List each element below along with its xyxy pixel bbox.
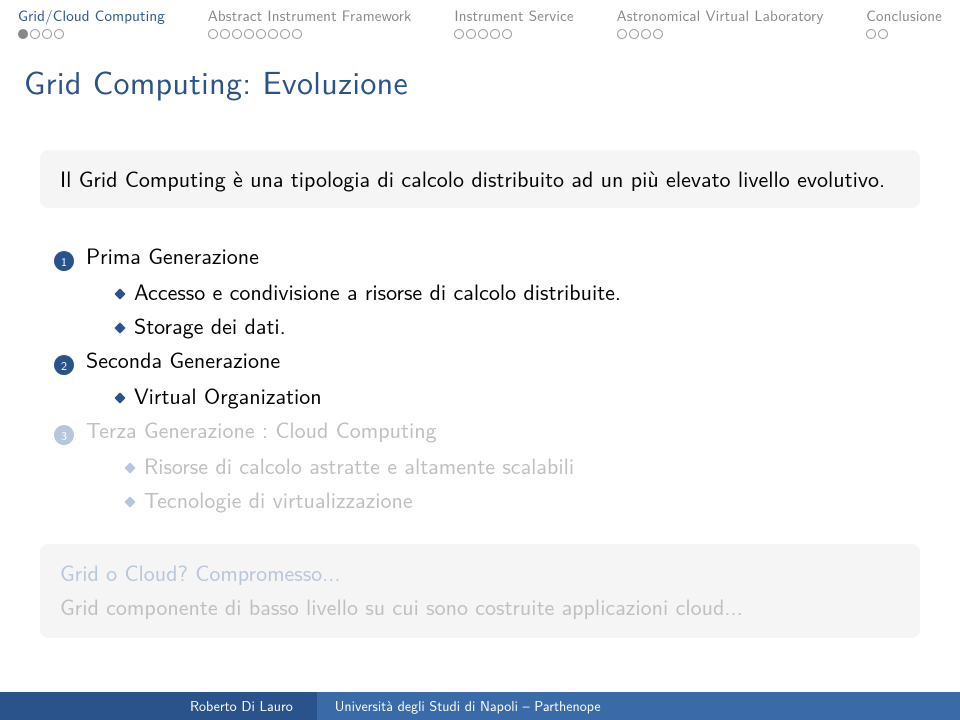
nav-label: Instrument Service xyxy=(454,4,573,26)
progress-dot[interactable] xyxy=(629,29,639,39)
nav-label: Astronomical Virtual Laboratory xyxy=(617,4,824,26)
nav-label: Conclusione xyxy=(866,4,942,26)
intro-block: Il Grid Computing è una tipologia di cal… xyxy=(40,150,920,208)
progress-dot[interactable] xyxy=(502,29,512,39)
sub-item-text: Storage dei dati. xyxy=(134,308,286,342)
generation-item: 2 Seconda Generazione xyxy=(54,342,920,376)
nav-progress-dots xyxy=(208,29,412,39)
progress-dot[interactable] xyxy=(617,29,627,39)
progress-dot[interactable] xyxy=(466,29,476,39)
footer-affiliation: Università degli Studi di Napoli – Parth… xyxy=(317,692,960,720)
progress-dot[interactable] xyxy=(641,29,651,39)
conclusion-text: Grid componente di basso livello su cui … xyxy=(60,592,900,622)
slide-title: Grid Computing: Evoluzione xyxy=(0,39,960,104)
conclusion-block: Grid o Cloud? Compromesso... Grid compon… xyxy=(40,544,920,638)
progress-dot[interactable] xyxy=(478,29,488,39)
progress-dot[interactable] xyxy=(244,29,254,39)
generation-sub-item: Tecnologie di virtualizzazione xyxy=(54,482,920,516)
progress-dot[interactable] xyxy=(256,29,266,39)
progress-dot[interactable] xyxy=(268,29,278,39)
bullet-icon xyxy=(114,392,125,403)
nav-section[interactable]: Instrument Service xyxy=(454,4,573,39)
generation-sub-item: Risorse di calcolo astratte e altamente … xyxy=(54,448,920,482)
generation-item: 3 Terza Generazione : Cloud Computing xyxy=(54,412,920,446)
slide-content: Il Grid Computing è una tipologia di cal… xyxy=(0,104,960,638)
progress-dot[interactable] xyxy=(42,29,52,39)
nav-progress-dots xyxy=(454,29,573,39)
bullet-icon xyxy=(114,288,125,299)
section-nav: Grid/Cloud Computing Abstract Instrument … xyxy=(0,0,960,39)
nav-section[interactable]: Conclusione xyxy=(866,4,942,39)
nav-progress-dots xyxy=(617,29,824,39)
progress-dot[interactable] xyxy=(454,29,464,39)
progress-dot[interactable] xyxy=(30,29,40,39)
generation-sub-item: Storage dei dati. xyxy=(54,308,920,342)
progress-dot[interactable] xyxy=(490,29,500,39)
nav-section[interactable]: Astronomical Virtual Laboratory xyxy=(617,4,824,39)
bullet-icon xyxy=(124,463,135,474)
progress-dot[interactable] xyxy=(866,29,876,39)
progress-dot[interactable] xyxy=(220,29,230,39)
intro-text: Il Grid Computing è una tipologia di cal… xyxy=(60,162,885,194)
progress-dot[interactable] xyxy=(878,29,888,39)
progress-dot[interactable] xyxy=(54,29,64,39)
nav-section[interactable]: Abstract Instrument Framework xyxy=(208,4,412,39)
nav-section[interactable]: Grid/Cloud Computing xyxy=(18,4,165,39)
nav-progress-dots xyxy=(18,29,165,39)
bullet-icon xyxy=(124,497,135,508)
generation-sub-item: Virtual Organization xyxy=(54,378,920,412)
generation-label: Terza Generazione : Cloud Computing xyxy=(86,412,437,446)
sub-item-text: Accesso e condivisione a risorse di calc… xyxy=(134,274,621,308)
generation-label: Prima Generazione xyxy=(86,238,259,272)
bullet-icon xyxy=(114,322,125,333)
progress-dot[interactable] xyxy=(292,29,302,39)
list-number-badge: 1 xyxy=(54,251,74,271)
progress-dot[interactable] xyxy=(18,29,28,39)
footer-author: Roberto Di Lauro xyxy=(0,696,317,716)
progress-dot[interactable] xyxy=(653,29,663,39)
generation-sub-item: Accesso e condivisione a risorse di calc… xyxy=(54,274,920,308)
footer: Roberto Di Lauro Università degli Studi … xyxy=(0,692,960,720)
sub-item-text: Tecnologie di virtualizzazione xyxy=(144,482,413,516)
generation-list: 1 Prima GenerazioneAccesso e condivisione… xyxy=(40,238,920,517)
generation-label: Seconda Generazione xyxy=(86,342,280,376)
nav-progress-dots xyxy=(866,29,942,39)
nav-label: Abstract Instrument Framework xyxy=(208,4,412,26)
nav-label: Grid/Cloud Computing xyxy=(18,4,165,26)
sub-item-text: Virtual Organization xyxy=(134,378,322,412)
list-number-badge: 3 xyxy=(54,425,74,445)
generation-item: 1 Prima Generazione xyxy=(54,238,920,272)
conclusion-title: Grid o Cloud? Compromesso... xyxy=(60,556,900,588)
progress-dot[interactable] xyxy=(280,29,290,39)
progress-dot[interactable] xyxy=(232,29,242,39)
list-number-badge: 2 xyxy=(54,355,74,375)
sub-item-text: Risorse di calcolo astratte e altamente … xyxy=(144,448,574,482)
progress-dot[interactable] xyxy=(208,29,218,39)
